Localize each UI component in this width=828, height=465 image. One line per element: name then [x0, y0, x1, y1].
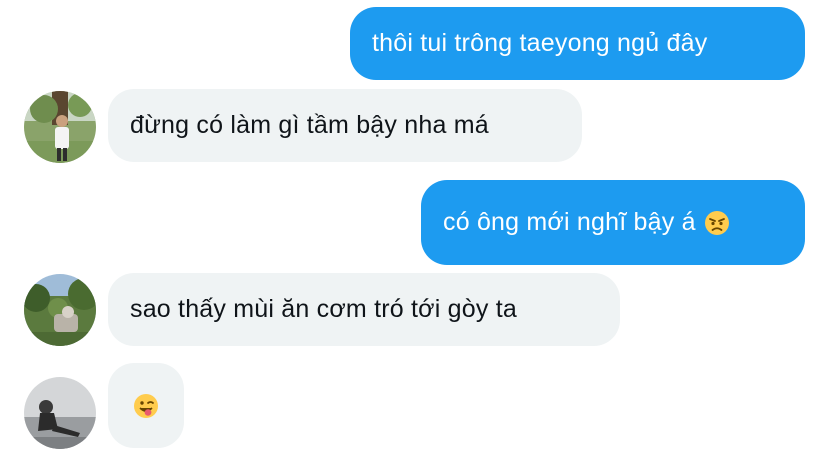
outgoing-message-bubble[interactable]: có ông mới nghĩ bậy á: [421, 180, 805, 265]
avatar-garden-icon: [24, 274, 96, 346]
avatar[interactable]: [24, 91, 96, 163]
message-text: có ông mới nghĩ bậy á: [443, 208, 696, 236]
avatar[interactable]: [24, 377, 96, 449]
incoming-message-bubble[interactable]: đừng có làm gì tầm bậy nha má: [108, 89, 582, 162]
avatar[interactable]: [24, 274, 96, 346]
message-text: đừng có làm gì tầm bậy nha má: [130, 111, 489, 139]
incoming-message-bubble[interactable]: sao thấy mùi ăn cơm tró tới gòy ta: [108, 273, 620, 346]
message-text: thôi tui trông taeyong ngủ đây: [372, 29, 708, 57]
angry-face-emoji-icon: [704, 210, 730, 236]
avatar-person-sitting-icon: [24, 377, 96, 449]
incoming-message-bubble[interactable]: [108, 363, 184, 448]
message-text: sao thấy mùi ăn cơm tró tới gòy ta: [130, 295, 517, 323]
outgoing-message-bubble[interactable]: thôi tui trông taeyong ngủ đây: [350, 7, 805, 80]
avatar-person-standing-icon: [24, 91, 96, 163]
winking-tongue-face-emoji-icon: [133, 393, 159, 419]
